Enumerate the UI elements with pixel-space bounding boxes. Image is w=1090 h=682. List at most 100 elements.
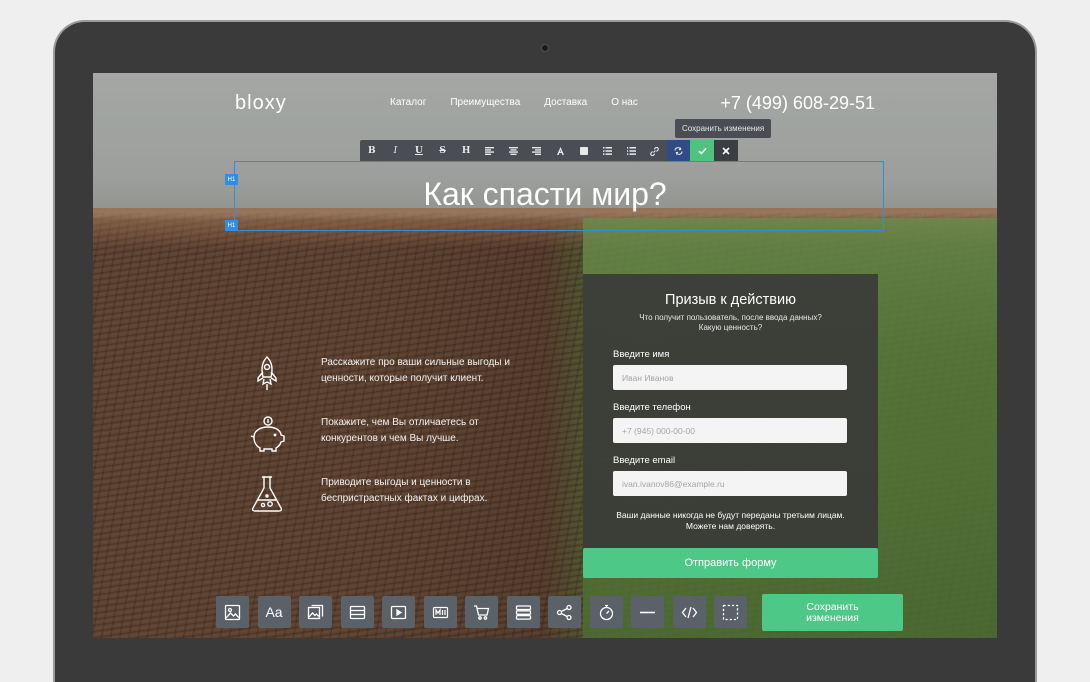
italic-button[interactable]: I: [384, 140, 408, 162]
align-left-button[interactable]: [478, 140, 502, 162]
heading-button[interactable]: H: [454, 140, 478, 162]
lead-form: Призыв к действию Что получит пользовате…: [583, 274, 878, 577]
bold-icon: B: [367, 146, 376, 156]
align-center-icon: [508, 147, 518, 155]
add-stopwatch-block-button[interactable]: [589, 596, 623, 628]
add-cart-block-button[interactable]: [465, 596, 498, 628]
refresh-button[interactable]: [666, 140, 691, 162]
main-nav: Каталог Преимущества Доставка О нас: [390, 97, 638, 108]
confirm-save-button[interactable]: [690, 140, 714, 162]
nav-item-about[interactable]: О нас: [611, 97, 638, 108]
phone-number[interactable]: +7 (499) 608-29-51: [720, 93, 875, 114]
add-divider-block-button[interactable]: [631, 596, 664, 628]
benefit-text: Приводите выгоды и ценности в беспристра…: [321, 477, 488, 504]
heading-tag-bottom: H1: [225, 220, 238, 231]
text-format-toolbar: B I U S H: [360, 140, 738, 162]
check-icon: [698, 147, 707, 155]
video-icon: [390, 605, 407, 619]
nav-item-delivery[interactable]: Доставка: [544, 97, 587, 108]
name-field[interactable]: [613, 365, 847, 390]
divider-icon: [640, 611, 655, 613]
timer-icon: [432, 606, 448, 618]
add-timer-block-button[interactable]: [423, 596, 457, 628]
add-gallery-block-button[interactable]: [299, 596, 332, 628]
strikethrough-icon: S: [439, 146, 446, 156]
text-color-button[interactable]: [549, 140, 573, 162]
piggy-bank-icon: [250, 416, 285, 452]
text-color-icon: [557, 146, 565, 155]
close-icon: [722, 147, 730, 155]
add-list-block-button[interactable]: [506, 596, 540, 628]
email-field[interactable]: [613, 471, 847, 496]
save-changes-button[interactable]: Сохранить изменения: [762, 594, 903, 631]
save-tooltip: Сохранить изменения: [675, 119, 772, 138]
heading-icon: H: [461, 146, 471, 156]
italic-icon: I: [393, 146, 398, 156]
form-subtitle-line1: Что получит пользователь, после ввода да…: [639, 313, 822, 322]
cancel-edit-button[interactable]: [713, 140, 738, 162]
phone-field[interactable]: [613, 418, 847, 443]
align-right-icon: [532, 147, 542, 155]
email-label: Введите email: [613, 455, 676, 466]
list-icon: [515, 604, 531, 620]
landing-page-screen: bloxy Каталог Преимущества Доставка О на…: [93, 73, 997, 638]
text-icon: Aa: [265, 604, 283, 620]
link-icon: [650, 146, 660, 156]
underline-icon: U: [415, 146, 423, 156]
refresh-icon: [674, 147, 683, 155]
bold-button[interactable]: B: [360, 140, 384, 162]
align-left-icon: [485, 147, 495, 155]
site-logo[interactable]: bloxy: [235, 92, 287, 115]
submit-form-button[interactable]: Отправить форму: [583, 548, 878, 578]
nav-item-catalog[interactable]: Каталог: [390, 97, 426, 108]
layout-icon: [349, 605, 365, 619]
gallery-icon: [307, 604, 324, 619]
add-selection-block-button[interactable]: [714, 596, 747, 628]
phone-label: Введите телефон: [613, 402, 691, 413]
name-label: Введите имя: [613, 349, 670, 360]
form-subtitle-line2: Какую ценность?: [698, 323, 763, 332]
benefit-item: Приводите выгоды и ценности в беспристра…: [247, 475, 521, 513]
link-button[interactable]: [643, 140, 667, 162]
numbered-list-icon: [626, 147, 636, 155]
benefit-text: Покажите, чем Вы отличаетесь от конкурен…: [321, 417, 479, 444]
align-right-button[interactable]: [525, 140, 549, 162]
save-label-line1: Сохранить: [806, 600, 859, 613]
add-video-block-button[interactable]: [382, 596, 415, 628]
cart-icon: [474, 604, 490, 620]
code-icon: [681, 606, 697, 618]
bullet-list-button[interactable]: [596, 140, 620, 162]
form-subtitle[interactable]: Что получит пользователь, после ввода да…: [583, 313, 878, 333]
form-title[interactable]: Призыв к действию: [583, 292, 878, 308]
align-center-button[interactable]: [502, 140, 526, 162]
privacy-line2: Можете нам доверять.: [685, 521, 776, 531]
rocket-icon: [257, 356, 277, 390]
add-image-block-button[interactable]: [216, 596, 249, 628]
bullet-list-icon: [603, 147, 613, 155]
webcam: [542, 45, 548, 51]
share-icon: [556, 604, 572, 620]
add-share-block-button[interactable]: [548, 596, 581, 628]
numbered-list-button[interactable]: [620, 140, 644, 162]
benefit-item: Расскажите про ваши сильные выгоды и цен…: [247, 355, 521, 393]
background-color-icon: [580, 147, 589, 155]
add-code-block-button[interactable]: [672, 596, 706, 628]
save-label-line2: изменения: [806, 611, 859, 624]
underline-button[interactable]: U: [407, 140, 431, 162]
benefit-item: Покажите, чем Вы отличаетесь от конкурен…: [247, 415, 521, 453]
strikethrough-button[interactable]: S: [431, 140, 455, 162]
image-icon: [224, 604, 241, 620]
flask-icon: [251, 476, 283, 512]
background-color-button[interactable]: [572, 140, 596, 162]
selection-icon: [722, 604, 739, 620]
add-layout-block-button[interactable]: [340, 596, 374, 628]
add-text-block-button[interactable]: Aa: [257, 596, 291, 628]
benefits-list: Расскажите про ваши сильные выгоды и цен…: [247, 355, 521, 535]
hero-headline[interactable]: Как спасти мир?: [93, 176, 997, 213]
nav-item-advantages[interactable]: Преимущества: [450, 97, 520, 108]
privacy-note: Ваши данные никогда не будут переданы тр…: [583, 510, 878, 532]
stopwatch-icon: [599, 604, 613, 620]
blocks-toolbar: Aa: [216, 596, 747, 628]
benefit-text: Расскажите про ваши сильные выгоды и цен…: [321, 357, 510, 384]
privacy-line1: Ваши данные никогда не будут переданы тр…: [616, 510, 845, 520]
